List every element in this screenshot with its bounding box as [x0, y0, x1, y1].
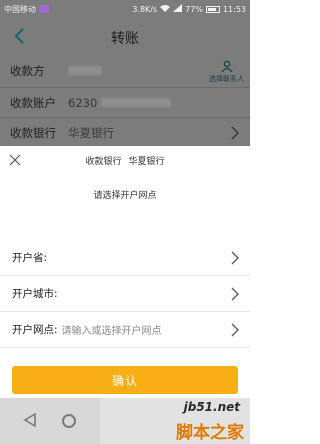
confirm-button[interactable]: 确认	[12, 366, 238, 394]
account-row[interactable]: 收款账户 6230	[0, 88, 250, 118]
account-label: 收款账户	[10, 95, 56, 110]
payee-label: 收款方	[10, 63, 45, 78]
city-label: 开户城市:	[12, 288, 58, 300]
sheet-prompt: 请选择开户网点	[93, 191, 157, 201]
chevron-right-icon	[230, 126, 240, 140]
battery-percent: 77%	[185, 4, 203, 14]
sheet-bank-info: 收款银行 华夏银行	[0, 154, 250, 167]
battery-icon	[205, 5, 220, 13]
bank-label: 收款银行	[10, 126, 56, 140]
status-bar: 中国移动 3.8K/s 77% 11:53	[0, 0, 250, 18]
chevron-right-icon	[230, 287, 240, 301]
signal-icon	[173, 4, 183, 14]
nav-home-icon[interactable]	[62, 414, 76, 428]
carrier-label: 中国移动	[4, 4, 36, 14]
app-notification-icon	[39, 5, 49, 13]
nav-back-icon[interactable]	[23, 412, 37, 431]
page-title: 转账	[111, 31, 139, 47]
transfer-form-dimmed: 转账 收款方 选择联系人 收款账户 6230 收款银行 华夏银行	[0, 18, 250, 146]
chevron-right-icon	[230, 251, 240, 265]
wifi-icon	[160, 4, 171, 14]
system-nav-bar: jb51.net 脚本之家	[0, 398, 250, 444]
select-contact-label: 选择联系人	[209, 75, 244, 83]
bank-row[interactable]: 收款银行 华夏银行	[0, 118, 250, 148]
payee-row[interactable]: 收款方 选择联系人	[0, 54, 250, 88]
branch-input[interactable]: 请输入或选择开户网点	[62, 322, 162, 337]
sheet-bank-value: 华夏银行	[128, 157, 165, 167]
branch-row[interactable]: 开户网点: 请输入或选择开户网点	[0, 312, 250, 348]
watermark-url: jb51.net	[183, 400, 240, 414]
province-row[interactable]: 开户省:	[0, 240, 250, 276]
province-label: 开户省:	[12, 252, 48, 264]
account-number: 6230	[68, 95, 98, 110]
branch-label: 开户网点:	[12, 324, 58, 336]
navbar: 转账	[0, 18, 250, 54]
payee-name-blurred	[68, 66, 102, 75]
bank-value: 华夏银行	[68, 126, 114, 140]
contact-person-icon	[221, 60, 232, 73]
watermark: jb51.net 脚本之家	[100, 398, 250, 444]
account-number-blurred	[101, 98, 172, 107]
watermark-text: 脚本之家	[176, 423, 244, 443]
chevron-right-icon	[230, 323, 240, 337]
sheet-bank-label: 收款银行	[85, 157, 122, 167]
city-row[interactable]: 开户城市:	[0, 276, 250, 312]
clock: 11:53	[222, 4, 246, 14]
branch-picker-sheet: 收款银行 华夏银行 请选择开户网点 开户省: 开户城市: 开户网点: 请输入或选…	[0, 146, 250, 398]
select-contact-button[interactable]: 选择联系人	[209, 60, 244, 84]
network-speed: 3.8K/s	[132, 4, 158, 14]
